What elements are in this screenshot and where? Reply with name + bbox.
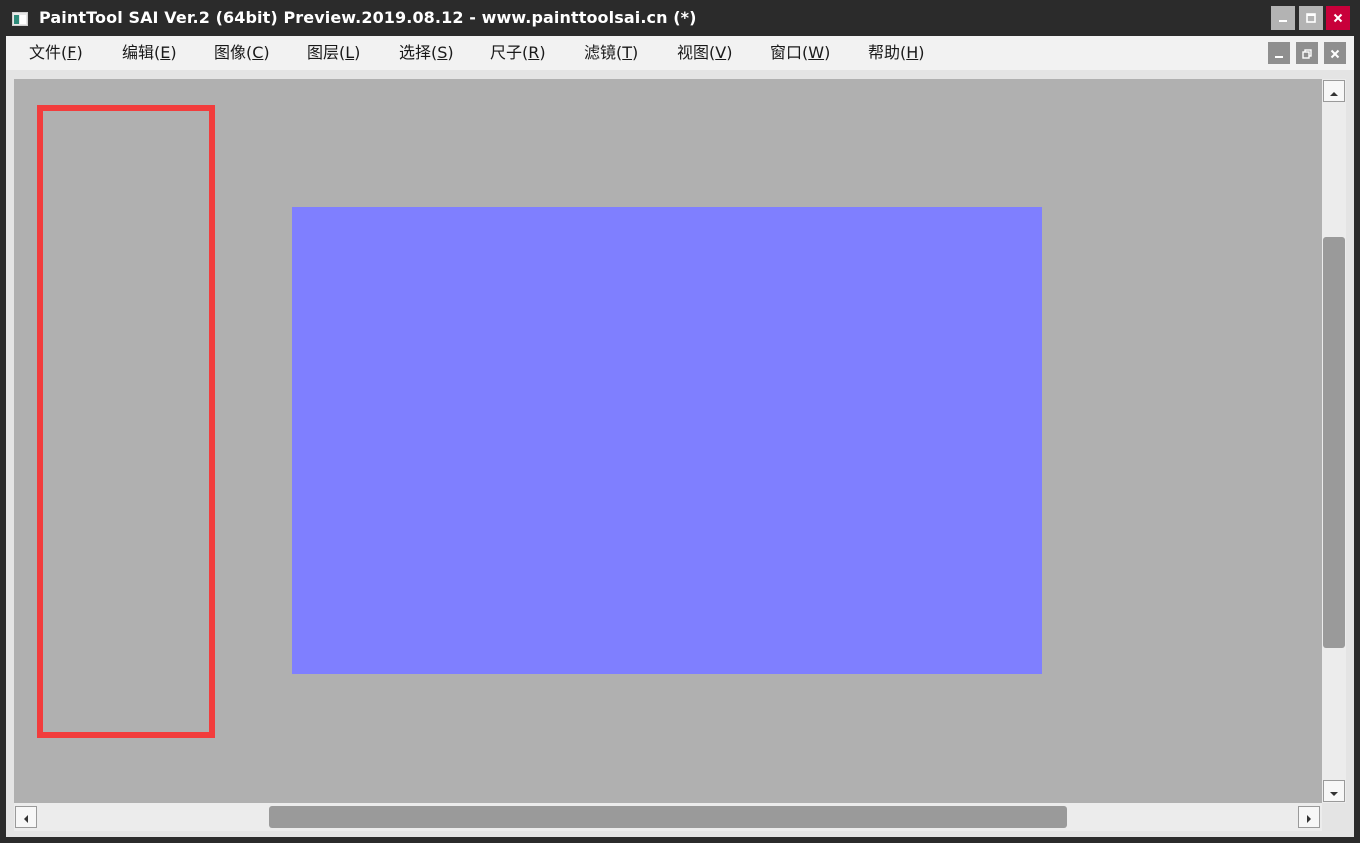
menu-layer[interactable]: 图层(L) <box>307 43 360 63</box>
app-icon <box>12 11 28 26</box>
canvas-document[interactable] <box>292 207 1042 674</box>
scroll-right-button[interactable] <box>1298 806 1320 828</box>
arrow-right-icon <box>1306 808 1312 827</box>
close-icon <box>1333 13 1343 23</box>
horizontal-scroll-thumb[interactable] <box>269 806 1067 828</box>
window-close-button[interactable] <box>1326 6 1350 30</box>
document-close-button[interactable] <box>1324 42 1346 64</box>
close-icon <box>1330 44 1340 63</box>
menu-image[interactable]: 图像(C) <box>214 43 270 63</box>
arrow-left-icon <box>23 808 29 827</box>
vertical-scroll-thumb[interactable] <box>1323 237 1345 648</box>
arrow-down-icon <box>1330 782 1338 801</box>
minimize-icon <box>1278 13 1288 23</box>
maximize-icon <box>1306 13 1316 23</box>
scroll-left-button[interactable] <box>15 806 37 828</box>
menu-bar: 文件(F) 编辑(E) 图像(C) 图层(L) 选择(S) 尺子(R) 滤镜(T… <box>6 36 1354 70</box>
menu-select[interactable]: 选择(S) <box>399 43 454 63</box>
menu-view[interactable]: 视图(V) <box>677 43 732 63</box>
window-title: PaintTool SAI Ver.2 (64bit) Preview.2019… <box>39 8 697 27</box>
menu-window[interactable]: 窗口(W) <box>770 43 830 63</box>
document-restore-button[interactable] <box>1296 42 1318 64</box>
menu-file[interactable]: 文件(F) <box>29 43 83 63</box>
arrow-up-icon <box>1330 82 1338 101</box>
highlight-rectangle <box>37 105 215 738</box>
window-minimize-button[interactable] <box>1271 6 1295 30</box>
menu-help[interactable]: 帮助(H) <box>868 43 925 63</box>
restore-icon <box>1302 44 1312 63</box>
window-maximize-button[interactable] <box>1299 6 1323 30</box>
scroll-up-button[interactable] <box>1323 80 1345 102</box>
scroll-down-button[interactable] <box>1323 780 1345 802</box>
menu-edit[interactable]: 编辑(E) <box>122 43 177 63</box>
app-window: PaintTool SAI Ver.2 (64bit) Preview.2019… <box>0 0 1360 843</box>
document-minimize-button[interactable] <box>1268 42 1290 64</box>
menu-filter[interactable]: 滤镜(T) <box>584 43 638 63</box>
menu-ruler[interactable]: 尺子(R) <box>490 43 546 63</box>
title-bar[interactable]: PaintTool SAI Ver.2 (64bit) Preview.2019… <box>0 0 1360 36</box>
minimize-icon <box>1274 44 1284 63</box>
